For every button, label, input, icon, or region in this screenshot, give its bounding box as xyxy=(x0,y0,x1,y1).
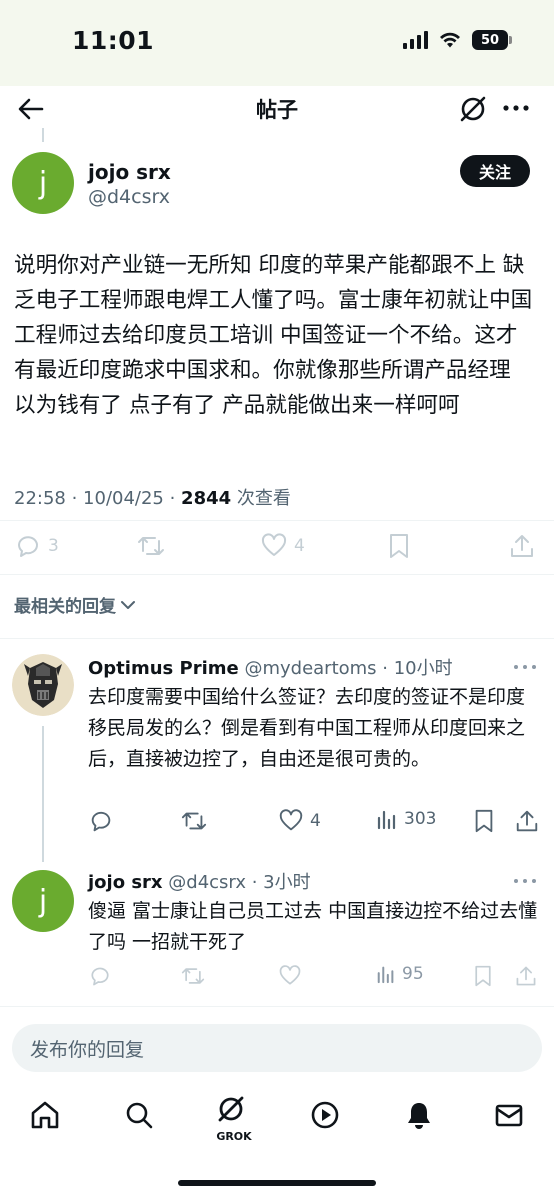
tab-home[interactable] xyxy=(28,1098,62,1132)
share-icon xyxy=(516,810,538,832)
mail-icon xyxy=(495,1104,523,1127)
tab-grok[interactable] xyxy=(214,1092,248,1126)
reply-compose-input[interactable]: 发布你的回复 xyxy=(12,1024,542,1072)
view-label: 次查看 xyxy=(231,488,291,509)
like-action[interactable]: 4 xyxy=(278,808,321,834)
reply-avatar[interactable]: j xyxy=(12,870,74,932)
tab-grok-label: GROK xyxy=(216,1130,252,1143)
reply-sort-dropdown[interactable]: 最相关的回复 xyxy=(14,592,136,617)
tab-search[interactable] xyxy=(122,1098,156,1132)
thread-connector-line xyxy=(42,128,44,142)
post-timestamp: 22:58 · 10/04/25 · xyxy=(14,488,182,509)
heart-icon xyxy=(279,809,303,831)
bottom-tab-bar xyxy=(0,1086,554,1146)
reply-icon xyxy=(91,967,109,986)
share-action[interactable] xyxy=(514,964,538,988)
home-indicator xyxy=(178,1180,376,1186)
repost-action[interactable] xyxy=(180,808,208,834)
battery-icon: 50 xyxy=(472,30,512,50)
reply-icon xyxy=(91,811,111,832)
thread-connector-line xyxy=(42,726,44,862)
more-options-icon[interactable] xyxy=(502,100,530,116)
author-avatar[interactable]: j xyxy=(12,152,74,214)
reply-more-icon[interactable] xyxy=(512,876,538,886)
divider xyxy=(0,520,554,521)
views-action[interactable]: 303 xyxy=(376,808,436,830)
divider xyxy=(0,1006,554,1007)
reply-avatar[interactable] xyxy=(12,654,74,716)
heart-icon xyxy=(279,965,301,985)
tab-messages[interactable] xyxy=(492,1098,526,1132)
reply-handle-time[interactable]: @mydeartoms · 10小时 xyxy=(244,658,452,679)
reply-header: Optimus Prime @mydeartoms · 10小时 xyxy=(88,654,453,680)
bell-icon xyxy=(408,1103,430,1129)
optimus-prime-avatar-image xyxy=(12,654,74,716)
status-icons: 50 xyxy=(403,30,512,50)
analytics-icon xyxy=(377,810,396,830)
view-count: 2844 xyxy=(181,488,232,509)
status-time: 11:01 xyxy=(72,26,155,55)
reply-action[interactable] xyxy=(88,808,114,834)
share-action[interactable] xyxy=(508,532,536,560)
view-count: 95 xyxy=(402,964,424,984)
tab-notifications[interactable] xyxy=(402,1098,436,1132)
chevron-down-icon xyxy=(121,600,135,609)
bookmark-icon xyxy=(390,534,408,558)
reply-icon xyxy=(18,536,38,557)
divider xyxy=(0,638,554,639)
author-handle[interactable]: @d4csrx xyxy=(88,186,170,208)
share-icon xyxy=(516,966,536,986)
views-action[interactable]: 95 xyxy=(376,964,424,984)
analytics-icon xyxy=(377,966,394,984)
search-icon xyxy=(126,1102,153,1129)
share-action[interactable] xyxy=(514,808,540,834)
repost-action[interactable] xyxy=(136,532,166,560)
divider xyxy=(0,574,554,575)
sort-label: 最相关的回复 xyxy=(14,597,116,617)
status-bar: 11:01 50 xyxy=(0,0,554,86)
heart-icon xyxy=(261,533,287,556)
bookmark-action[interactable] xyxy=(472,964,494,988)
repost-action[interactable] xyxy=(180,964,206,988)
play-icon xyxy=(311,1101,339,1129)
home-icon xyxy=(31,1101,59,1129)
reply-text: 傻逼 富士康让自己员工过去 中国直接边控不给过去懂了吗 一招就干死了 xyxy=(88,900,538,953)
reply-author-name[interactable]: Optimus Prime xyxy=(88,658,239,679)
reply-author-name[interactable]: jojo srx xyxy=(88,872,163,893)
reply-more-icon[interactable] xyxy=(512,662,538,672)
cellular-signal-icon xyxy=(403,31,428,49)
top-nav: 帖子 xyxy=(0,86,554,134)
reply-text: 去印度需要中国给什么签证？去印度的签证不是印度移民局发的么？倒是看到有中国工程师… xyxy=(88,686,526,770)
follow-button[interactable]: 关注 xyxy=(460,155,530,187)
repost-icon xyxy=(181,812,207,830)
reply-handle-time[interactable]: @d4csrx · 3小时 xyxy=(168,872,310,893)
bookmark-icon xyxy=(475,965,491,987)
post-meta: 22:58 · 10/04/25 · 2844 次查看 xyxy=(14,484,291,510)
like-action[interactable] xyxy=(278,964,302,988)
share-icon xyxy=(511,535,533,557)
like-action[interactable]: 4 xyxy=(260,532,305,560)
bookmark-action[interactable] xyxy=(386,532,412,560)
reply-action[interactable]: 3 xyxy=(14,532,59,560)
like-count: 4 xyxy=(310,811,321,831)
reply-header: jojo srx @d4csrx · 3小时 xyxy=(88,868,311,894)
tab-video[interactable] xyxy=(308,1098,342,1132)
bookmark-action[interactable] xyxy=(472,808,496,834)
reply-count: 3 xyxy=(48,536,59,556)
repost-icon xyxy=(138,537,164,555)
bookmark-icon xyxy=(475,809,493,833)
post-text: 说明你对产业链一无所知 印度的苹果产能都跟不上 缺乏电子工程师跟电焊工人懂了吗。… xyxy=(14,253,533,418)
grok-icon[interactable] xyxy=(456,92,490,126)
reply-action[interactable] xyxy=(88,964,112,988)
wifi-icon xyxy=(440,32,460,48)
view-count: 303 xyxy=(404,809,437,829)
grok-icon xyxy=(218,1096,244,1122)
like-count: 4 xyxy=(294,536,305,556)
author-name[interactable]: jojo srx xyxy=(88,160,171,184)
repost-icon xyxy=(181,968,205,984)
